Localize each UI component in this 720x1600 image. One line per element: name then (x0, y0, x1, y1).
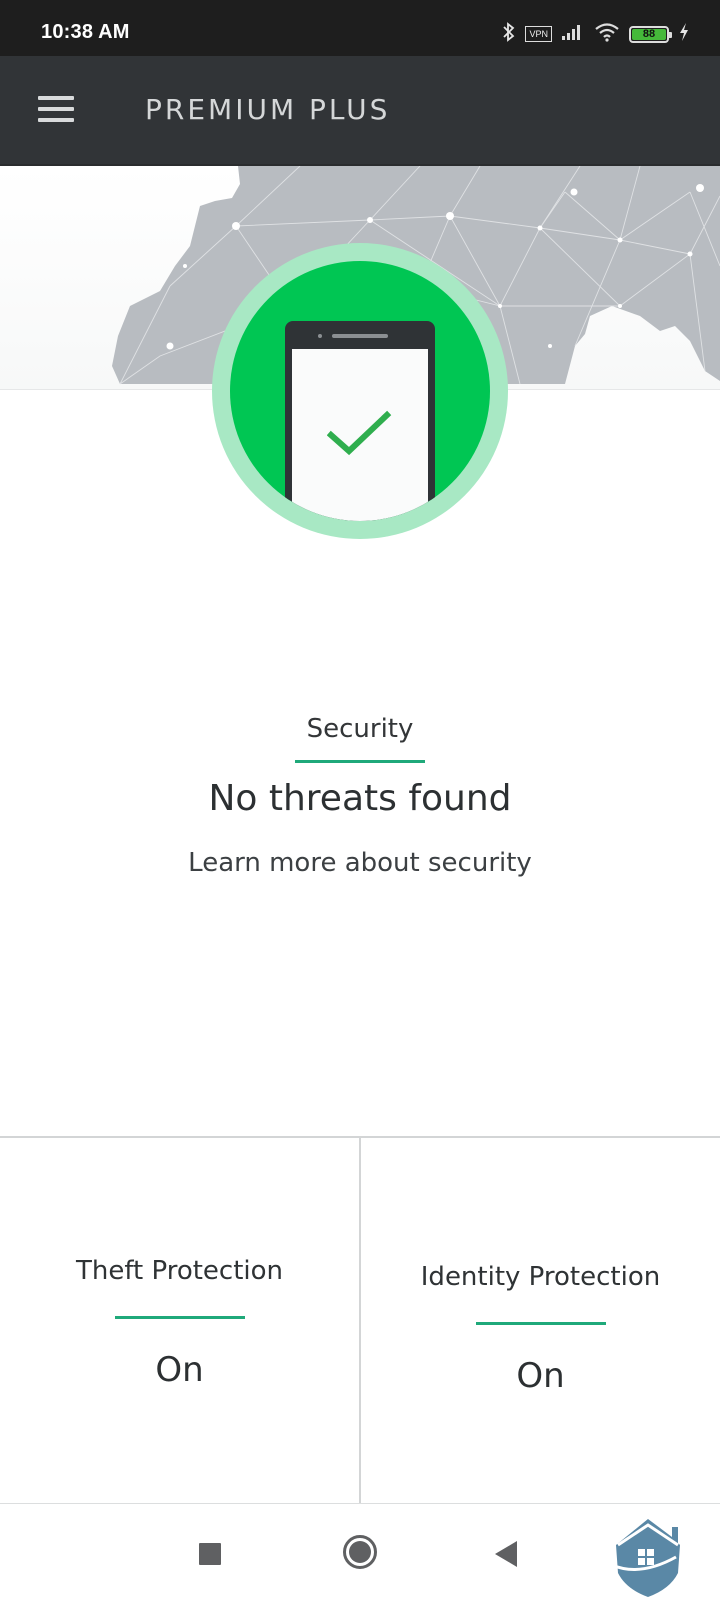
wifi-icon (594, 22, 620, 46)
recent-apps-button[interactable] (199, 1543, 221, 1565)
identity-protection-card[interactable]: Identity Protection On (359, 1138, 720, 1503)
battery-icon: 88 (629, 25, 672, 43)
phone-illustration (285, 321, 435, 521)
checkmark-icon (327, 410, 392, 456)
house-shield-logo-icon (611, 1519, 680, 1597)
signal-icon (561, 23, 585, 45)
card-underline (114, 1316, 245, 1319)
card-underline (475, 1322, 606, 1325)
security-label[interactable]: Security (0, 714, 720, 744)
home-button[interactable] (343, 1535, 377, 1569)
card-status: On (155, 1350, 204, 1390)
back-button[interactable] (495, 1541, 517, 1567)
status-time: 10:38 AM (41, 21, 130, 43)
card-status: On (516, 1356, 565, 1396)
vpn-icon: VPN (525, 26, 552, 42)
system-nav-bar (0, 1505, 720, 1600)
card-title: Theft Protection (75, 1256, 284, 1286)
battery-level: 88 (632, 28, 666, 40)
learn-more-security-link[interactable]: Learn more about security (0, 848, 720, 878)
status-icons: VPN 88 (502, 22, 690, 46)
app-bar: PREMIUM PLUS (0, 56, 720, 166)
feature-cards: Theft Protection On Identity Protection … (0, 1136, 720, 1504)
hamburger-menu-icon[interactable] (36, 96, 76, 126)
card-title: Identity Protection (420, 1262, 661, 1292)
bluetooth-icon (502, 21, 516, 47)
charging-icon (678, 22, 690, 46)
security-underline (295, 760, 425, 763)
status-bar: 10:38 AM VPN 88 (0, 0, 720, 56)
theft-protection-card[interactable]: Theft Protection On (0, 1138, 359, 1503)
app-title: PREMIUM PLUS (145, 93, 391, 126)
security-status: No threats found (208, 778, 512, 819)
phone-check-icon (230, 261, 490, 521)
